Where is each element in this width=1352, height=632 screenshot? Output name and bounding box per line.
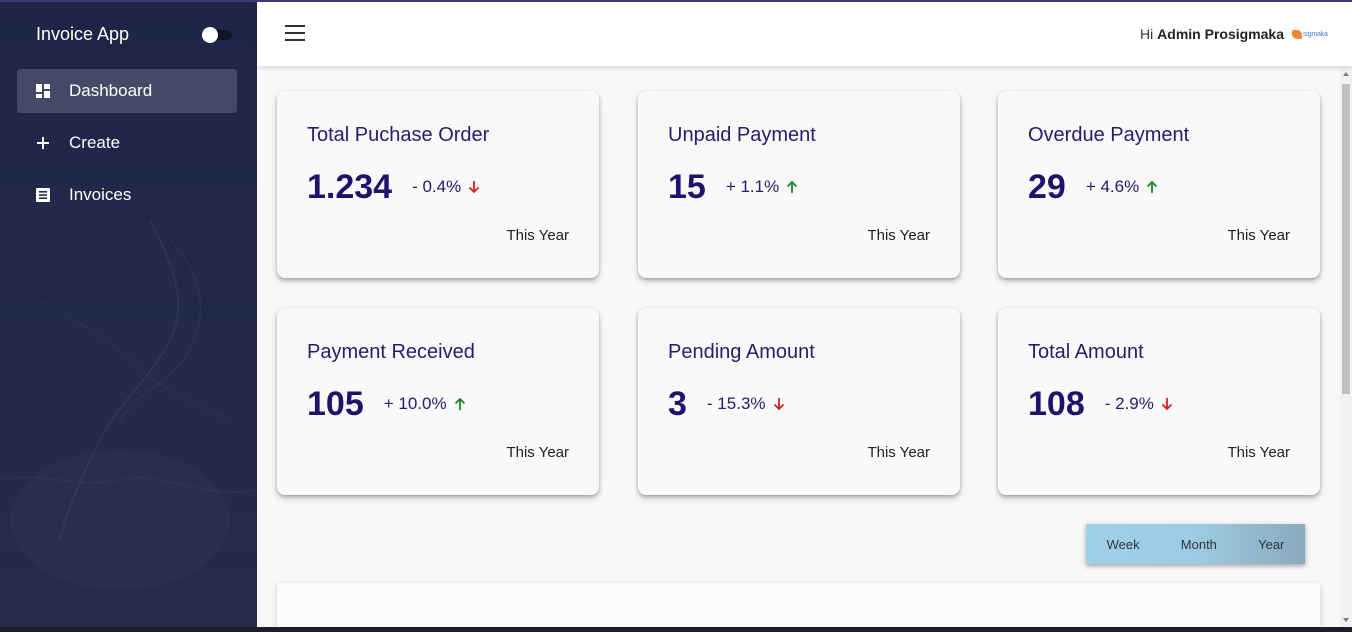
arrow-up-icon [786, 180, 798, 194]
card-title: Total Puchase Order [307, 124, 490, 146]
card-change: + 4.6% [1086, 177, 1158, 197]
dashboard-content: Total Puchase Order 1.234 - 0.4% This Ye… [257, 66, 1340, 627]
arrow-up-icon [454, 397, 466, 411]
theme-toggle[interactable] [202, 27, 232, 43]
main-scrollbar[interactable] [1340, 66, 1352, 627]
change-percent: - 2.9% [1104, 394, 1154, 413]
sidebar-item-invoices[interactable]: Invoices [17, 173, 237, 217]
card-value-row: 1.234 - 0.4% [307, 168, 480, 207]
card-value-row: 15 + 1.1% [668, 168, 798, 207]
card-value-row: 105 + 10.0% [307, 385, 466, 424]
plus-icon [17, 137, 69, 149]
sidebar-item-dashboard[interactable]: Dashboard [17, 69, 237, 113]
user-name: Admin Prosigmaka [1157, 26, 1284, 42]
arrow-down-icon [1161, 397, 1173, 411]
card-period: This Year [506, 444, 569, 461]
range-year-button[interactable]: Year [1252, 537, 1290, 552]
card-change: + 1.1% [726, 177, 798, 197]
change-percent: + 10.0% [383, 394, 447, 413]
hamburger-menu-icon[interactable] [285, 25, 305, 41]
top-border [0, 0, 1352, 2]
card-change: - 2.9% [1105, 394, 1173, 414]
card-change: - 0.4% [412, 177, 480, 197]
toggle-knob [202, 27, 218, 43]
dashboard-icon [17, 84, 69, 98]
list-icon [17, 188, 69, 202]
greeting-prefix: Hi [1140, 26, 1154, 42]
change-percent: + 1.1% [725, 177, 780, 196]
card-change: - 15.3% [707, 394, 785, 414]
card-period: This Year [1227, 444, 1290, 461]
bottom-border [0, 627, 1352, 632]
arrow-down-icon [773, 397, 785, 411]
card-period: This Year [1227, 227, 1290, 244]
card-period: This Year [506, 227, 569, 244]
card-value: 29 [1028, 168, 1066, 206]
top-header: Hi Admin Prosigmaka sigmaka [257, 2, 1352, 66]
card-title: Unpaid Payment [668, 124, 816, 146]
scroll-down-icon[interactable] [1343, 618, 1349, 622]
company-logo: sigmaka [1292, 28, 1330, 40]
card-value: 105 [307, 385, 364, 423]
card-value: 3 [668, 385, 687, 423]
card-value-row: 108 - 2.9% [1028, 385, 1173, 424]
card-title: Payment Received [307, 341, 475, 363]
change-percent: - 0.4% [412, 177, 462, 196]
range-month-button[interactable]: Month [1175, 537, 1223, 552]
scrollbar-thumb[interactable] [1342, 84, 1350, 394]
card-title: Overdue Payment [1028, 124, 1190, 146]
change-percent: + 4.6% [1085, 177, 1140, 196]
arrow-up-icon [1146, 180, 1158, 194]
stat-card-pending-amount: Pending Amount 3 - 15.3% This Year [638, 308, 960, 495]
card-period: This Year [867, 444, 930, 461]
card-value-row: 3 - 15.3% [668, 385, 785, 424]
card-value: 15 [668, 168, 706, 206]
user-greeting: Hi Admin Prosigmaka [1140, 26, 1284, 42]
sidebar-item-create[interactable]: Create [17, 121, 237, 165]
range-week-button[interactable]: Week [1101, 537, 1146, 552]
app-title: Invoice App [36, 24, 130, 44]
card-title: Total Amount [1028, 341, 1144, 363]
logo-mark-icon [1292, 29, 1302, 39]
card-value: 1.234 [307, 168, 393, 206]
chart-card [277, 583, 1320, 627]
card-change: + 10.0% [384, 394, 466, 414]
change-percent: - 15.3% [706, 394, 766, 413]
time-range-selector: Week Month Year [1086, 524, 1305, 564]
sidebar-item-label: Invoices [69, 185, 132, 204]
stat-card-total-purchase-order: Total Puchase Order 1.234 - 0.4% This Ye… [277, 91, 599, 278]
card-period: This Year [867, 227, 930, 244]
sidebar-item-label: Dashboard [69, 81, 153, 100]
stat-card-overdue-payment: Overdue Payment 29 + 4.6% This Year [998, 91, 1320, 278]
card-title: Pending Amount [668, 341, 815, 363]
arrow-down-icon [468, 180, 480, 194]
sidebar: Invoice App Dashboard Create Invoices [0, 0, 257, 632]
logo-word: sigmaka [1303, 30, 1328, 38]
card-value-row: 29 + 4.6% [1028, 168, 1158, 207]
stat-card-total-amount: Total Amount 108 - 2.9% This Year [998, 308, 1320, 495]
scroll-up-icon[interactable] [1343, 72, 1349, 76]
stat-card-payment-received: Payment Received 105 + 10.0% This Year [277, 308, 599, 495]
stat-card-unpaid-payment: Unpaid Payment 15 + 1.1% This Year [638, 91, 960, 278]
card-value: 108 [1028, 385, 1085, 423]
sidebar-item-label: Create [69, 133, 121, 152]
